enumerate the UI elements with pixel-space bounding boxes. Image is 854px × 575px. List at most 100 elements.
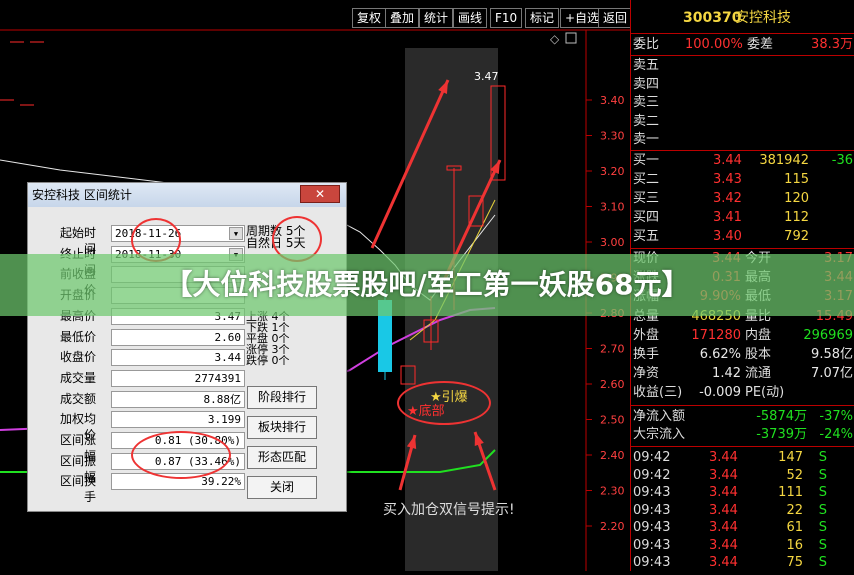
stock-header: 300370 安控科技 — [631, 9, 854, 31]
price-label: 2.30 — [600, 485, 625, 498]
field-value: 3.44 — [111, 349, 245, 367]
quote-label2: PE(动) — [745, 385, 785, 401]
tick-time: 09:43 — [633, 485, 671, 500]
tick-volume: 16 — [786, 537, 803, 553]
dialog-close-button[interactable]: ✕ — [300, 185, 340, 203]
pattern-match-button[interactable]: 形态匹配 — [247, 446, 317, 469]
buy-price: 3.43 — [713, 172, 742, 187]
tick-direction: S — [818, 467, 827, 483]
buy-label: 买四 — [633, 210, 660, 225]
banner-text: 【大位科技股票股吧/军工第一妖股68元】 — [164, 268, 690, 301]
stock-name: 安控科技 — [735, 10, 791, 26]
field-value-text: 39.22% — [201, 475, 241, 489]
quote-value: 171280 — [691, 327, 741, 343]
buy-row: 买五 3.40 792 — [631, 228, 854, 246]
field-label: 成交额 — [59, 391, 96, 406]
buy-label: 买一 — [633, 153, 660, 168]
stage-rank-button[interactable]: 阶段排行 — [247, 386, 317, 409]
maximize-icon — [565, 32, 577, 44]
flow-pct: -37% — [819, 409, 853, 424]
buy-change: -36 — [831, 153, 853, 168]
buy-volume: 115 — [784, 172, 809, 187]
tick-direction: S — [818, 555, 827, 570]
tick-price: 3.44 — [709, 485, 738, 500]
stats-button[interactable]: 统计 — [419, 8, 454, 28]
close-button[interactable]: 关闭 — [247, 476, 317, 499]
tick-price: 3.44 — [709, 502, 738, 518]
field-value-text: 3.199 — [207, 413, 241, 427]
weicha-label: 委差 — [747, 37, 774, 52]
flow-label: 净流入额 — [633, 409, 686, 424]
quote-value: 1.42 — [712, 366, 741, 382]
dialog-title: 安控科技 区间统计 — [28, 183, 346, 207]
tick-direction: S — [818, 485, 827, 500]
tick-price: 3.44 — [709, 537, 738, 553]
buy-price: 3.44 — [713, 153, 742, 168]
webi-label: 委比 — [633, 37, 660, 52]
field-value-text: 2774391 — [194, 371, 241, 385]
quote-row: 外盘 171280 内盘 296969 — [631, 327, 854, 345]
tick-direction: S — [818, 450, 827, 465]
quote-value2: 9.58亿 — [811, 347, 853, 362]
price-label: 2.60 — [600, 378, 625, 391]
flow-pct: -24% — [819, 427, 853, 442]
buy-price: 3.40 — [713, 229, 742, 244]
tick-time: 09:43 — [633, 502, 671, 518]
sell-label: 卖五 — [633, 58, 660, 73]
sell-label: 卖二 — [633, 113, 660, 129]
buy-volume: 112 — [784, 210, 809, 225]
draw-line-button[interactable]: 画线 — [453, 8, 488, 28]
buy-label: 买三 — [633, 191, 660, 206]
tick-volume: 52 — [786, 467, 803, 483]
quote-label: 外盘 — [633, 327, 660, 343]
webi-row: 委比 100.00% 委差 38.3万 — [631, 36, 854, 54]
price-label: 2.20 — [600, 520, 625, 533]
tick-volume: 147 — [778, 450, 803, 465]
sell-label: 卖一 — [633, 132, 660, 148]
sell-label: 卖四 — [633, 76, 660, 92]
quote-value2: 7.07亿 — [811, 366, 853, 382]
peak-price-label: 3.47 — [474, 70, 499, 83]
field-value: 3.199 — [111, 411, 245, 429]
buy-price: 3.41 — [713, 210, 742, 225]
flow-value: -5874万 — [756, 409, 807, 424]
quote-label2: 内盘 — [745, 327, 772, 343]
field-label: 区间换手 — [59, 474, 96, 505]
flow-row: 净流入额 -5874万 -37% — [631, 408, 854, 426]
signal-didi-label: ★底部 — [407, 404, 445, 419]
sector-rank-button[interactable]: 板块排行 — [247, 416, 317, 439]
quote-row: 净资 1.42 流通 7.07亿 — [631, 365, 854, 383]
flow-value: -3739万 — [756, 427, 807, 442]
field-value-text: 2.60 — [214, 330, 242, 344]
field-value-text: 8.88亿 — [203, 392, 242, 406]
buy-volume: 120 — [784, 191, 809, 206]
tick-time: 09:43 — [633, 520, 671, 535]
field-value-text: 3.44 — [214, 351, 242, 365]
webi-value: 100.00% — [685, 37, 743, 52]
field-value: 8.88亿 — [111, 390, 245, 408]
field-label: 最低价 — [59, 329, 96, 344]
tick-row: 09:43 3.44 61 S — [631, 519, 854, 537]
field-label: 收盘价 — [59, 350, 96, 365]
tick-direction: S — [818, 537, 827, 553]
sell-row: 卖四 — [631, 76, 854, 94]
diamond-icon: ◇ — [550, 32, 560, 46]
quote-label2: 流通 — [745, 366, 772, 382]
f10-button[interactable]: F10 — [490, 8, 523, 28]
field-value: 2.60 — [111, 328, 245, 346]
stock-code: 300370 — [683, 10, 742, 26]
tick-time: 09:43 — [633, 537, 671, 553]
quote-label: 收益(三) — [633, 385, 683, 401]
tick-price: 3.44 — [709, 450, 738, 465]
mark-button[interactable]: 标记 — [525, 8, 560, 28]
tick-volume: 75 — [786, 555, 803, 570]
tick-row: 09:43 3.44 111 S — [631, 484, 854, 502]
buy-volume: 381942 — [759, 153, 809, 168]
fuquan-button[interactable]: 复权 — [352, 8, 387, 28]
back-button[interactable]: 返回 — [598, 8, 633, 28]
buy-price: 3.42 — [713, 191, 742, 206]
field-label: 成交量 — [59, 370, 96, 385]
signal-caption: 买入加仓双信号提示! — [383, 502, 515, 518]
dropdown-arrow-icon[interactable]: ▼ — [229, 227, 243, 240]
overlay-button[interactable]: 叠加 — [385, 8, 420, 28]
